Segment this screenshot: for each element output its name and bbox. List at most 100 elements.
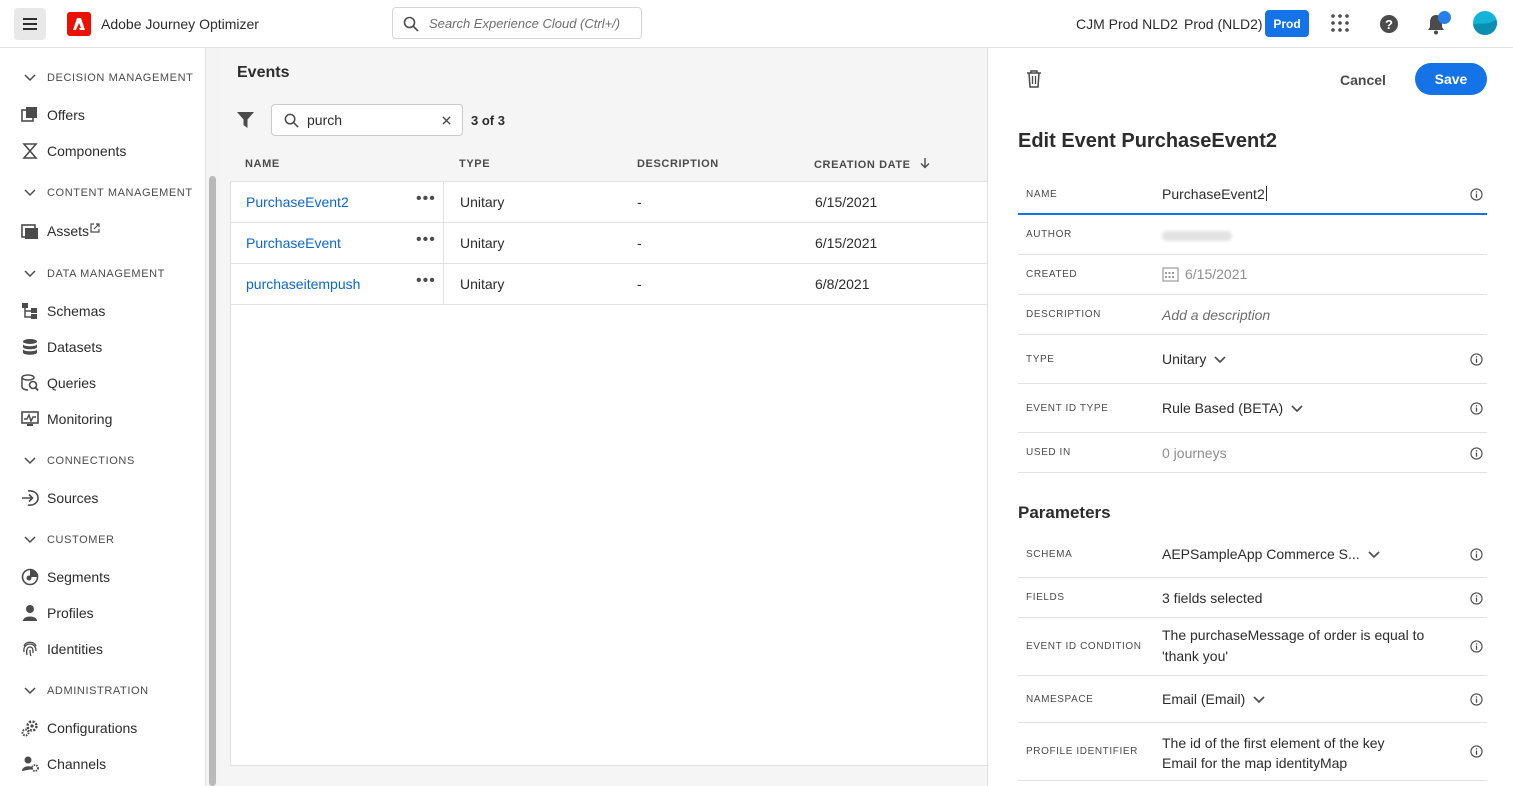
sidebar-scroll-thumb[interactable]	[209, 176, 216, 786]
global-search-input[interactable]: Search Experience Cloud (Ctrl+/)	[392, 7, 642, 39]
table-row[interactable]: purchaseitempush ••• Unitary - 6/8/2021	[230, 264, 987, 305]
section-customer[interactable]: CUSTOMER	[0, 531, 206, 551]
chevron-down-icon	[1291, 405, 1303, 413]
section-decision-management[interactable]: DECISION MANAGEMENT	[0, 69, 206, 89]
sidebar-item-identities[interactable]: Identities	[0, 635, 206, 663]
menu-toggle-button[interactable]	[14, 8, 46, 40]
info-icon[interactable]	[1470, 745, 1483, 758]
section-administration[interactable]: ADMINISTRATION	[0, 682, 206, 702]
event-id-condition-field[interactable]: EVENT ID CONDITION The purchaseMessage o…	[1018, 618, 1487, 676]
search-placeholder: Search Experience Cloud (Ctrl+/)	[429, 16, 621, 31]
event-name-link[interactable]: PurchaseEvent	[246, 235, 341, 251]
info-icon[interactable]	[1470, 693, 1483, 706]
field-label: CREATED	[1026, 269, 1078, 280]
sidebar-item-profiles[interactable]: Profiles	[0, 599, 206, 627]
info-icon[interactable]	[1470, 188, 1483, 201]
event-name-link[interactable]: PurchaseEvent2	[246, 194, 349, 210]
profile-identifier-line1[interactable]: The id of the first element of the key	[1162, 735, 1385, 751]
sandbox-switcher[interactable]: Prod (NLD2)	[1184, 16, 1263, 32]
info-icon[interactable]	[1470, 592, 1483, 605]
sidebar-item-queries[interactable]: Queries	[0, 369, 206, 397]
fingerprint-icon	[23, 641, 37, 657]
namespace-dropdown[interactable]: Email (Email)	[1162, 691, 1265, 707]
table-row[interactable]: PurchaseEvent2 ••• Unitary - 6/15/2021	[230, 182, 987, 223]
datasets-icon	[23, 339, 37, 355]
sidebar-item-assets[interactable]: Assets	[0, 217, 206, 245]
section-data-management[interactable]: DATA MANAGEMENT	[0, 265, 206, 285]
event-type: Unitary	[460, 276, 505, 292]
field-label: NAME	[1026, 189, 1058, 200]
app-title[interactable]: Adobe Journey Optimizer	[101, 16, 259, 32]
event-id-condition-line2[interactable]: 'thank you'	[1162, 648, 1228, 664]
sidebar-item-label: Datasets	[47, 339, 103, 355]
sidebar-item-schemas[interactable]: Schemas	[0, 297, 206, 325]
delete-trash-icon[interactable]	[1026, 70, 1042, 88]
apps-grid-icon[interactable]	[1331, 14, 1349, 32]
column-divider	[443, 223, 444, 264]
fields-selector[interactable]: 3 fields selected	[1162, 590, 1262, 606]
section-content-management[interactable]: CONTENT MANAGEMENT	[0, 184, 206, 204]
section-connections[interactable]: CONNECTIONS	[0, 452, 206, 472]
sidebar-item-label: Components	[47, 143, 127, 159]
user-avatar[interactable]	[1473, 11, 1497, 35]
description-field[interactable]: DESCRIPTION Add a description	[1018, 295, 1487, 335]
calendar-icon	[1162, 267, 1179, 282]
fields-field[interactable]: FIELDS 3 fields selected	[1018, 578, 1487, 618]
type-field[interactable]: TYPE Unitary	[1018, 335, 1487, 384]
column-header-type[interactable]: TYPE	[459, 158, 490, 170]
more-actions-button[interactable]: •••	[416, 231, 436, 249]
sidebar-item-configurations[interactable]: Configurations	[0, 714, 206, 742]
adobe-logo-icon[interactable]	[67, 12, 91, 36]
info-icon[interactable]	[1470, 353, 1483, 366]
column-header-description[interactable]: DESCRIPTION	[637, 158, 719, 170]
org-switcher[interactable]: CJM Prod NLD2	[1076, 16, 1178, 32]
name-field[interactable]: NAME PurchaseEvent2	[1018, 174, 1487, 215]
name-input[interactable]: PurchaseEvent2	[1162, 186, 1267, 202]
section-title: DECISION MANAGEMENT	[47, 72, 194, 84]
column-header-creation-date[interactable]: CREATION DATE	[814, 158, 930, 171]
clear-search-button[interactable]	[442, 112, 451, 128]
more-actions-button[interactable]: •••	[416, 272, 436, 290]
info-icon[interactable]	[1470, 402, 1483, 415]
event-id-type-dropdown[interactable]: Rule Based (BETA)	[1162, 400, 1303, 416]
event-search-input[interactable]: purch	[271, 104, 463, 136]
filter-icon[interactable]	[237, 111, 254, 129]
sidebar-item-sources[interactable]: Sources	[0, 484, 206, 512]
table-row[interactable]: PurchaseEvent ••• Unitary - 6/15/2021	[230, 223, 987, 264]
namespace-field[interactable]: NAMESPACE Email (Email)	[1018, 676, 1487, 723]
channels-icon	[22, 756, 39, 772]
schema-dropdown[interactable]: AEPSampleApp Commerce S...	[1162, 546, 1380, 562]
info-icon[interactable]	[1470, 447, 1483, 460]
sidebar-item-datasets[interactable]: Datasets	[0, 333, 206, 361]
sidebar-item-monitoring[interactable]: Monitoring	[0, 405, 206, 433]
help-icon[interactable]: ?	[1379, 14, 1399, 34]
used-in-field: USED IN 0 journeys	[1018, 433, 1487, 473]
save-button[interactable]: Save	[1415, 63, 1487, 95]
column-divider	[443, 264, 444, 305]
more-actions-button[interactable]: •••	[416, 190, 436, 208]
sidebar-item-components[interactable]: Components	[0, 137, 206, 165]
sidebar-item-label: Configurations	[47, 720, 138, 736]
event-description: -	[637, 276, 642, 292]
sidebar-item-segments[interactable]: Segments	[0, 563, 206, 591]
field-label: AUTHOR	[1026, 229, 1072, 240]
schema-field[interactable]: SCHEMA AEPSampleApp Commerce S...	[1018, 533, 1487, 578]
cancel-button[interactable]: Cancel	[1334, 64, 1392, 96]
profile-identifier-field[interactable]: PROFILE IDENTIFIER The id of the first e…	[1018, 723, 1487, 781]
sources-icon	[22, 490, 39, 506]
event-id-type-field[interactable]: EVENT ID TYPE Rule Based (BETA)	[1018, 384, 1487, 433]
event-id-condition-line1[interactable]: The purchaseMessage of order is equal to	[1162, 627, 1424, 643]
event-name-link[interactable]: purchaseitempush	[246, 276, 360, 292]
info-icon[interactable]	[1470, 640, 1483, 653]
offers-icon	[21, 107, 37, 122]
sidebar-item-offers[interactable]: Offers	[0, 101, 206, 129]
column-header-name[interactable]: NAME	[245, 158, 280, 170]
sidebar-item-channels[interactable]: Channels	[0, 750, 206, 778]
profile-identifier-line2[interactable]: Email for the map identityMap	[1162, 755, 1347, 771]
environment-badge[interactable]: Prod	[1265, 10, 1309, 37]
info-icon[interactable]	[1470, 548, 1483, 561]
description-input[interactable]: Add a description	[1162, 307, 1270, 323]
type-dropdown[interactable]: Unitary	[1162, 351, 1226, 367]
sidebar-item-label: Segments	[47, 569, 111, 585]
created-value: 6/15/2021	[1162, 266, 1247, 282]
